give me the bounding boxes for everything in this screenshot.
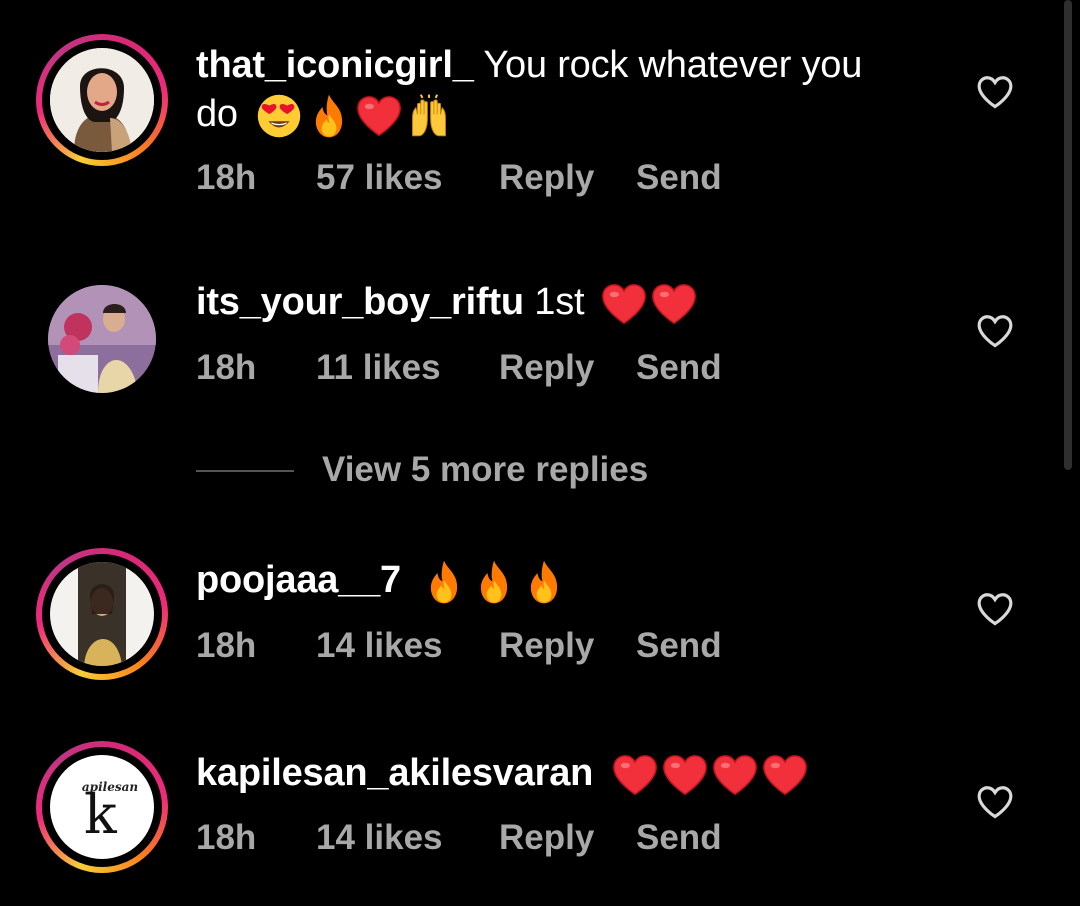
comment-username[interactable]: poojaaa__7 [196, 559, 401, 601]
comment-username[interactable]: its_your_boy_riftu [196, 281, 524, 323]
send-button[interactable]: Send [636, 626, 722, 666]
like-count[interactable]: 57 likes [316, 158, 443, 198]
scrollbar[interactable] [1064, 0, 1072, 470]
avatar[interactable] [50, 562, 154, 666]
like-heart-icon[interactable] [976, 784, 1014, 820]
fire-emoji [471, 559, 517, 605]
avatar[interactable]: apilesan k [50, 755, 154, 859]
red-heart-emoji [612, 752, 658, 798]
story-ring[interactable] [36, 34, 168, 166]
reply-button[interactable]: Reply [499, 818, 594, 858]
comment-text: do [196, 93, 238, 135]
comment-time: 18h [196, 348, 257, 387]
heart-eyes-emoji [256, 93, 302, 139]
red-heart-emoji [662, 752, 708, 798]
reply-button[interactable]: Reply [499, 158, 594, 198]
story-ring[interactable] [36, 548, 168, 680]
avatar[interactable] [50, 48, 154, 152]
fire-emoji [306, 93, 352, 139]
raising-hands-emoji [406, 93, 452, 139]
like-heart-icon[interactable] [976, 74, 1014, 110]
story-ring[interactable]: apilesan k [36, 741, 168, 873]
like-count[interactable]: 14 likes [316, 626, 443, 666]
comment-username[interactable]: kapilesan_akilesvaran [196, 752, 593, 794]
comment-time: 18h [196, 626, 257, 665]
comment-time: 18h [196, 158, 257, 197]
comment-username[interactable]: that_iconicgirl_ [196, 44, 474, 86]
comment-time: 18h [196, 818, 257, 857]
view-more-replies-label[interactable]: View 5 more replies [322, 450, 648, 490]
reply-button[interactable]: Reply [499, 348, 594, 388]
comment-text: 1st [534, 281, 585, 323]
comment-text: You rock whatever you [483, 44, 863, 86]
like-count[interactable]: 11 likes [316, 348, 441, 388]
red-heart-emoji [762, 752, 808, 798]
send-button[interactable]: Send [636, 348, 722, 388]
red-heart-emoji [601, 281, 647, 327]
divider-line [196, 470, 294, 472]
send-button[interactable]: Send [636, 818, 722, 858]
red-heart-emoji [356, 93, 402, 139]
fire-emoji [421, 559, 467, 605]
red-heart-emoji [651, 281, 697, 327]
like-count[interactable]: 14 likes [316, 818, 443, 858]
reply-button[interactable]: Reply [499, 626, 594, 666]
like-heart-icon[interactable] [976, 313, 1014, 349]
fire-emoji [521, 559, 567, 605]
avatar[interactable] [48, 285, 156, 393]
brand-logo: apilesan k [52, 757, 152, 857]
like-heart-icon[interactable] [976, 591, 1014, 627]
logo-letter: k [84, 783, 118, 846]
red-heart-emoji [712, 752, 758, 798]
send-button[interactable]: Send [636, 158, 722, 198]
